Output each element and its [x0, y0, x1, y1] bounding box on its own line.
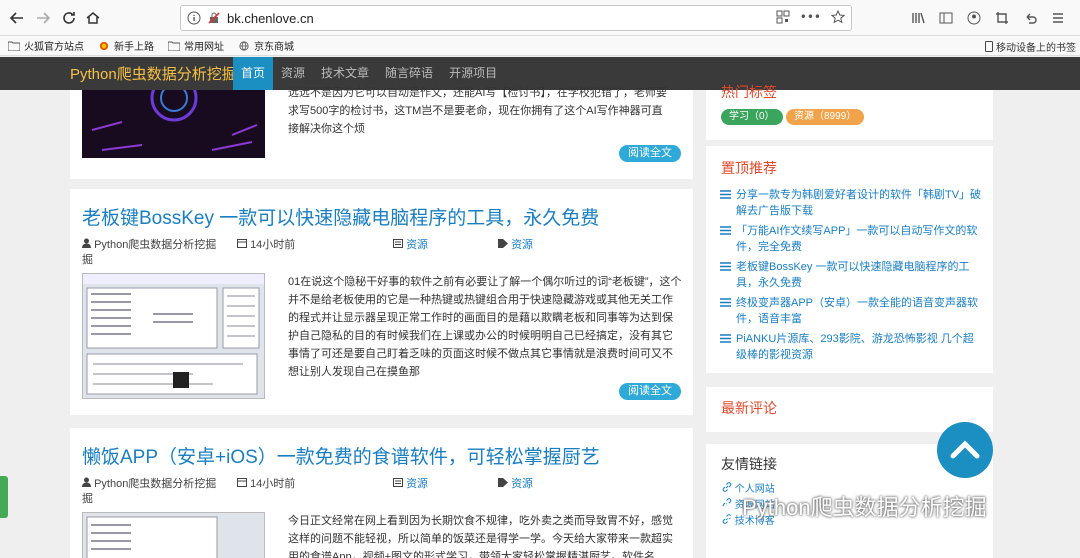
- side-widget-handle[interactable]: [0, 476, 8, 518]
- tag-resources[interactable]: 资源（8999）: [786, 109, 865, 125]
- chevron-up-icon: [950, 440, 980, 459]
- post-author[interactable]: Python爬虫数据分析挖掘: [82, 236, 216, 252]
- back-to-top-button[interactable]: [937, 422, 993, 478]
- bookmark-item[interactable]: 京东商城: [238, 38, 294, 53]
- info-icon: [187, 11, 201, 25]
- address-bar[interactable]: bk.chenlove.cn •••: [180, 5, 852, 31]
- pinned-item[interactable]: PiANKU片源库、293影院、游龙恐怖影视 几个超级棒的影视资源: [720, 331, 982, 363]
- post-meta: Python爬虫数据分析挖掘 掘 14小时前 资源 资源: [82, 475, 682, 505]
- user-icon: [82, 238, 91, 248]
- post-card: 远远不是因为它可以自动是作文，还能AI写【检讨书】，在学校犯错了，老师要 求写5…: [70, 87, 693, 179]
- post-title[interactable]: 懒饭APP（安卓+iOS）一款免费的食谱软件，可轻松掌握厨艺: [82, 442, 600, 469]
- post-title[interactable]: 老板键BossKey 一款可以快速隐藏电脑程序的工具，永久免费: [82, 203, 599, 230]
- friends-title: 友情链接: [721, 456, 777, 472]
- library-icon[interactable]: [906, 6, 930, 30]
- bookmark-item[interactable]: 火狐官方站点: [8, 38, 84, 53]
- list-icon: [720, 298, 731, 307]
- wechat-icon: [710, 499, 735, 519]
- forward-button[interactable]: [30, 5, 56, 31]
- pinned-item[interactable]: 「万能AI作文续写APP」一款可以自动写作文的软件，完全免费: [720, 223, 982, 255]
- post-card: 懒饭APP（安卓+iOS）一款免费的食谱软件，可轻松掌握厨艺 Python爬虫数…: [70, 428, 693, 558]
- pinned-panel: 置顶推荐 分享一款专为韩剧爱好者设计的软件「韩剧TV」破解去广告版下载 「万能A…: [706, 146, 993, 373]
- calendar-icon: [237, 478, 247, 487]
- post-card: 老板键BossKey 一款可以快速隐藏电脑程序的工具，永久免费 Python爬虫…: [70, 189, 693, 415]
- read-more-button[interactable]: 阅读全文: [619, 145, 681, 162]
- qr-code-icon[interactable]: [776, 10, 790, 24]
- comments-title: 最新评论: [721, 400, 777, 416]
- folder-icon: [8, 41, 20, 51]
- bookmark-item[interactable]: 常用网址: [168, 38, 224, 53]
- tag-icon: [498, 239, 508, 248]
- read-more-button[interactable]: 阅读全文: [619, 383, 681, 400]
- nav-home[interactable]: 首页: [233, 57, 274, 90]
- mobile-bookmarks[interactable]: 移动设备上的书签: [985, 39, 1076, 54]
- hot-tags-title: 热门标签: [721, 84, 777, 100]
- forward-arrow-icon: [37, 12, 51, 24]
- post-author[interactable]: Python爬虫数据分析挖掘: [82, 475, 216, 491]
- account-icon[interactable]: [962, 6, 986, 30]
- bookmark-star-icon[interactable]: [831, 10, 845, 24]
- post-category[interactable]: 资源: [393, 236, 428, 252]
- bookmark-item[interactable]: 新手上路: [98, 38, 154, 53]
- post-meta: Python爬虫数据分析挖掘 掘 14小时前 资源 资源: [82, 236, 682, 266]
- menu-icon[interactable]: [1046, 6, 1070, 30]
- list-icon: [720, 226, 731, 235]
- bookmarks-bar: 火狐官方站点 新手上路 常用网址 京东商城 移动设备上的书签: [0, 36, 1080, 56]
- post-time: 14小时前: [237, 475, 295, 491]
- home-icon: [86, 12, 100, 24]
- home-button[interactable]: [80, 5, 106, 31]
- category-icon: [393, 478, 403, 487]
- list-icon: [720, 190, 731, 199]
- pinned-item[interactable]: 分享一款专为韩剧爱好者设计的软件「韩剧TV」破解去广告版下载: [720, 187, 982, 219]
- post-tag[interactable]: 资源: [498, 475, 533, 491]
- post-thumbnail[interactable]: [82, 512, 265, 558]
- user-icon: [82, 477, 91, 487]
- tag-study[interactable]: 学习（0）: [721, 109, 783, 125]
- pinned-title: 置顶推荐: [721, 160, 777, 176]
- post-thumbnail[interactable]: [82, 90, 265, 158]
- post-excerpt: 今日正文经常在网上看到因为长期饮食不规律，吃外卖之类而导致胃不好，感觉这样的问题…: [288, 515, 673, 558]
- site-brand[interactable]: Python爬虫数据分析挖掘: [70, 63, 233, 84]
- post-category[interactable]: 资源: [393, 475, 428, 491]
- post-excerpt: 01在说这个隐秘干好事的软件之前有必要让了解一个偶尔听过的词“老板键”，这个并不…: [288, 276, 682, 378]
- firefox-icon: [99, 41, 109, 50]
- list-icon: [720, 262, 731, 271]
- back-arrow-icon: [9, 12, 23, 24]
- pinned-item[interactable]: 老板键BossKey 一款可以快速隐藏电脑程序的工具，永久免费: [720, 259, 982, 291]
- sidebar-toggle-icon[interactable]: [934, 6, 958, 30]
- back-button[interactable]: [4, 5, 30, 31]
- browser-toolbar: bk.chenlove.cn •••: [0, 0, 1080, 36]
- post-time: 14小时前: [237, 236, 295, 252]
- calendar-icon: [237, 239, 247, 248]
- pinned-item[interactable]: 终极变声器APP（安卓）一款全能的语音变声器软件，语音丰富: [720, 295, 982, 327]
- reload-button[interactable]: [56, 5, 82, 31]
- post-excerpt: 远远不是因为它可以自动是作文，还能AI写【检讨书】，在学校犯错了，老师要 求写5…: [288, 87, 667, 135]
- mobile-device-icon: [985, 41, 993, 52]
- folder-icon: [168, 41, 180, 51]
- url-text: bk.chenlove.cn: [227, 10, 314, 26]
- post-tag[interactable]: 资源: [498, 236, 533, 252]
- watermark: Python爬虫数据分析挖掘: [710, 490, 987, 522]
- more-actions-icon[interactable]: •••: [800, 10, 821, 24]
- hot-tags-panel: 热门标签 学习（0） 资源（8999）: [706, 84, 993, 140]
- globe-icon: [239, 40, 249, 51]
- tag-icon: [498, 478, 508, 487]
- category-icon: [393, 239, 403, 248]
- undo-icon[interactable]: [1018, 6, 1042, 30]
- screenshot-icon[interactable]: [990, 6, 1014, 30]
- post-thumbnail[interactable]: [82, 273, 265, 399]
- reload-icon: [63, 12, 75, 24]
- list-icon: [720, 334, 731, 343]
- insecure-lock-icon: [208, 12, 220, 24]
